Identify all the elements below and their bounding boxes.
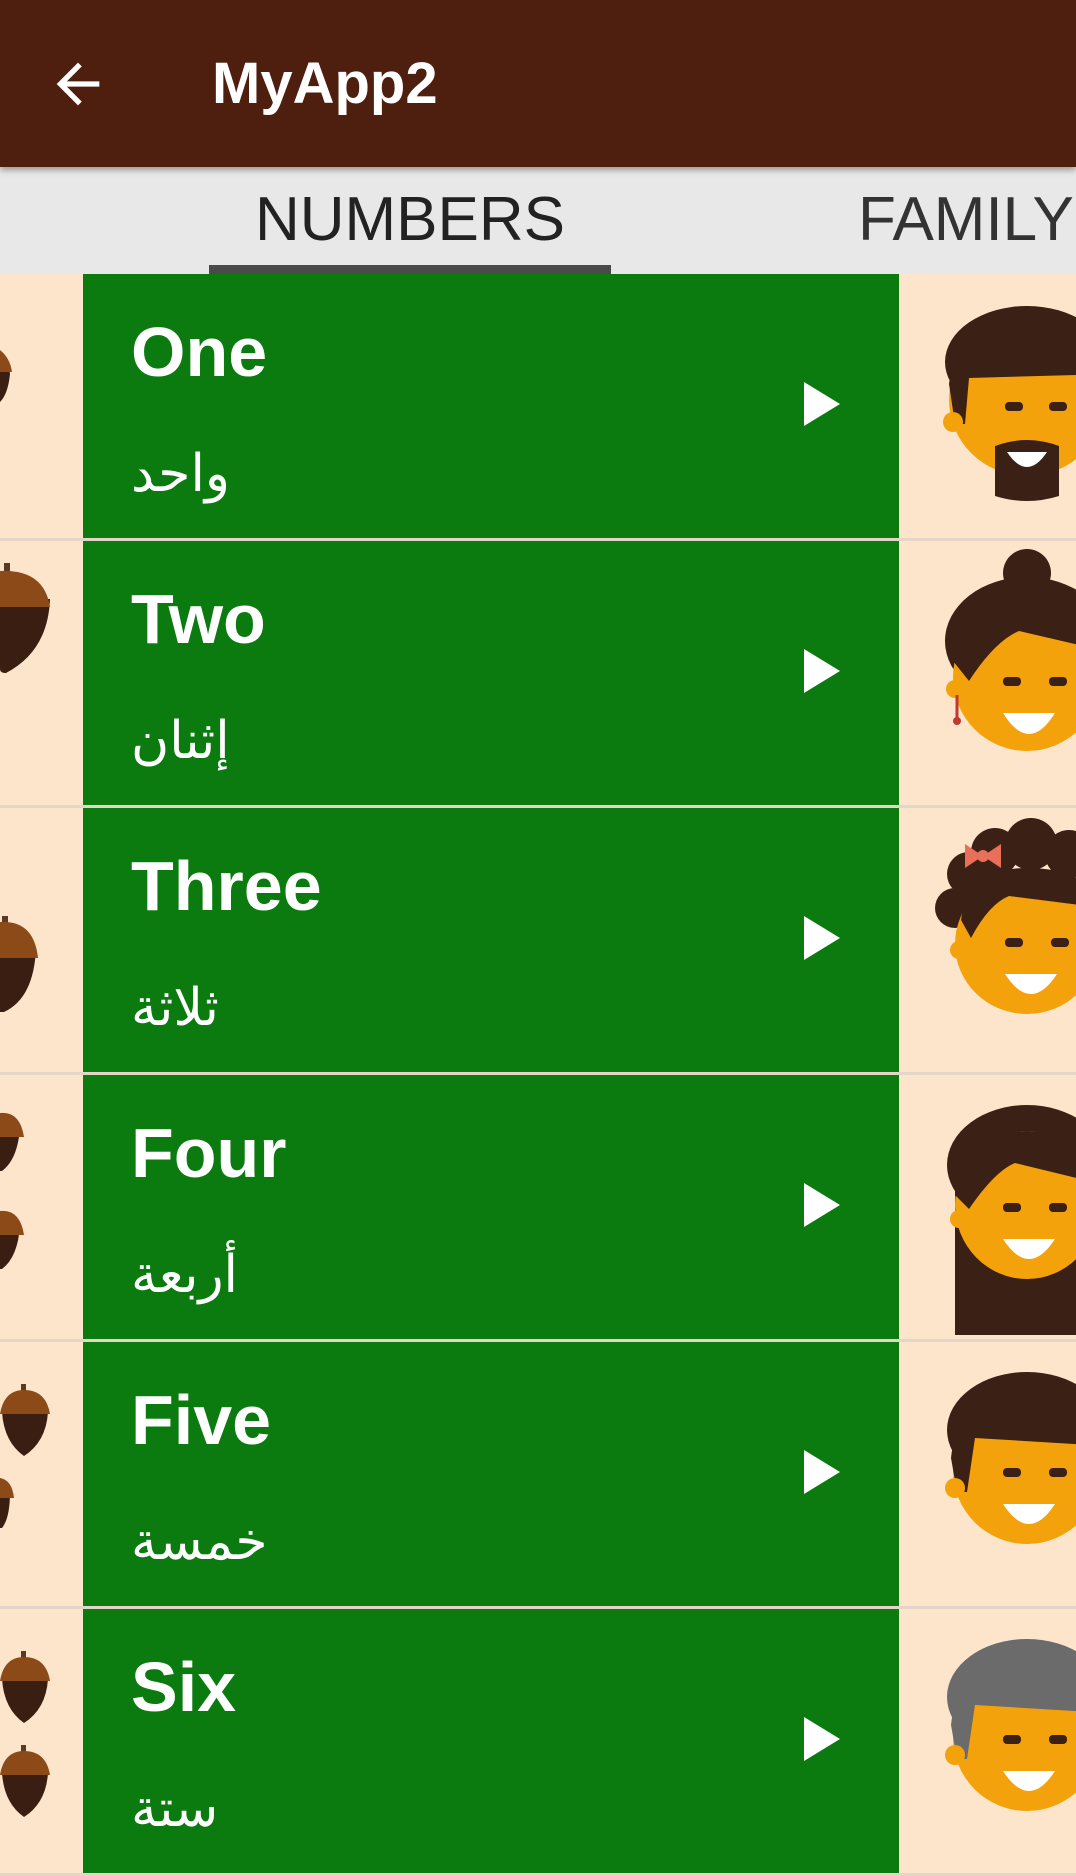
acorn-icon	[0, 563, 50, 673]
word-card[interactable]: Three ثلاثة	[83, 808, 899, 1072]
acorn-icon	[0, 1112, 24, 1269]
list-item[interactable]: Six ستة	[0, 1609, 1076, 1876]
english-word: Five	[131, 1381, 272, 1459]
arabic-word: أربعة	[131, 1245, 238, 1305]
play-icon[interactable]	[802, 914, 842, 962]
back-button[interactable]	[46, 52, 110, 116]
mother-face-icon	[945, 549, 1076, 751]
tab-bar: NUMBERS FAMILY	[0, 167, 1076, 274]
play-icon[interactable]	[802, 1448, 842, 1496]
arabic-word: واحد	[131, 444, 230, 504]
app-bar: MyApp2	[0, 0, 1076, 167]
play-icon[interactable]	[802, 1715, 842, 1763]
arabic-word: ستة	[131, 1779, 219, 1839]
word-card[interactable]: Four أربعة	[83, 1075, 899, 1339]
arabic-word: خمسة	[131, 1512, 268, 1572]
english-word: One	[131, 313, 268, 391]
arrow-back-icon	[56, 62, 100, 106]
word-card[interactable]: Five خمسة	[83, 1342, 899, 1606]
app-title: MyApp2	[212, 51, 438, 116]
english-word: Two	[131, 580, 266, 658]
play-icon[interactable]	[802, 1181, 842, 1229]
acorn-icon	[0, 1651, 50, 1817]
english-word: Three	[131, 847, 322, 925]
word-card[interactable]: Two إثنان	[83, 541, 899, 805]
tab-family[interactable]: FAMILY	[858, 167, 1074, 274]
arabic-word: ثلاثة	[131, 978, 219, 1038]
tab-numbers[interactable]: NUMBERS	[209, 167, 611, 274]
daughter-face-icon	[935, 818, 1076, 1014]
acorn-icon	[0, 350, 12, 402]
list-item[interactable]: Four أربعة	[0, 1075, 1076, 1342]
father-face-icon	[943, 306, 1076, 501]
acorn-icon	[0, 1384, 50, 1528]
english-word: Six	[131, 1648, 237, 1726]
play-icon[interactable]	[802, 647, 842, 695]
older-sister-face-icon	[947, 1105, 1076, 1335]
acorn-icon	[0, 916, 38, 1012]
list-item[interactable]: Five خمسة	[0, 1342, 1076, 1609]
english-word: Four	[131, 1114, 287, 1192]
grandfather-face-icon	[945, 1639, 1076, 1811]
word-card[interactable]: One واحد	[83, 274, 899, 538]
arabic-word: إثنان	[131, 711, 230, 771]
word-card[interactable]: Six ستة	[83, 1609, 899, 1873]
list-item[interactable]: Two إثنان	[0, 541, 1076, 808]
tab-indicator	[209, 265, 611, 274]
son-face-icon	[945, 1372, 1076, 1544]
list-item[interactable]: One واحد	[0, 274, 1076, 541]
list-item[interactable]: Three ثلاثة	[0, 808, 1076, 1075]
play-icon[interactable]	[802, 380, 842, 428]
